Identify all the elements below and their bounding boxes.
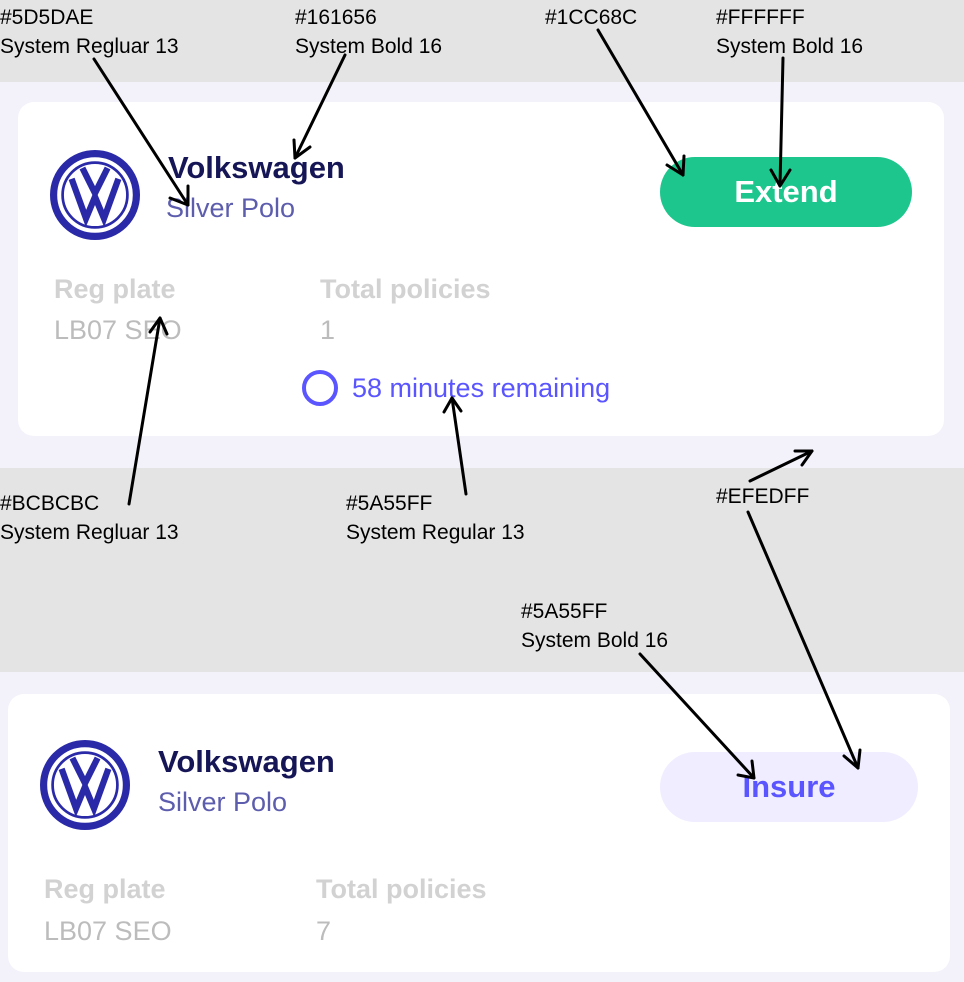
reg-plate-value: LB07 SEO [44, 916, 172, 946]
annotation-title-spec: #161656 System Bold 16 [295, 3, 442, 61]
vehicle-model: Silver Polo [166, 193, 296, 223]
annotation-color: #5A55FF [521, 600, 608, 623]
annotation-color: #BCBCBC [0, 492, 100, 515]
annotation-color: #FFFFFF [716, 6, 805, 29]
insure-button[interactable]: Insure [660, 752, 918, 822]
annotation-extend-bg-spec: #1CC68C [545, 3, 637, 32]
annotation-color: #161656 [295, 6, 377, 29]
vehicle-card[interactable]: Volkswagen Silver Polo Insure Reg plate … [8, 694, 950, 972]
annotation-font: System Bold 16 [716, 35, 864, 58]
reg-plate-label: Reg plate [44, 874, 166, 904]
vehicle-brand: Volkswagen [168, 150, 345, 185]
vehicle-model: Silver Polo [158, 787, 288, 817]
annotation-insure-bg-spec: #EFEDFF [716, 482, 809, 511]
total-policies-label: Total policies [320, 274, 491, 304]
time-remaining: 58 minutes remaining [302, 370, 610, 406]
annotation-subtitle-spec: #5D5DAE System Regluar 13 [0, 3, 179, 61]
annotation-color: #1CC68C [545, 6, 638, 29]
annotation-color: #5D5DAE [0, 6, 94, 29]
annotation-timer-spec: #5A55FF System Regular 13 [346, 489, 525, 547]
annotation-font: System Regular 13 [346, 521, 525, 544]
time-remaining-text: 58 minutes remaining [352, 372, 611, 403]
annotation-font: System Regluar 13 [0, 35, 179, 58]
annotation-font: System Bold 16 [295, 35, 443, 58]
vehicle-card[interactable]: Volkswagen Silver Polo Extend Reg plate … [18, 102, 944, 436]
total-policies-value: 7 [316, 916, 332, 946]
annotation-font: System Regluar 13 [0, 521, 179, 544]
volkswagen-logo-icon [40, 740, 130, 830]
reg-plate-label: Reg plate [54, 274, 176, 304]
extend-button[interactable]: Extend [660, 157, 912, 227]
timer-ring-icon [302, 370, 338, 406]
annotation-insure-text-spec: #5A55FF System Bold 16 [521, 597, 668, 655]
total-policies-label: Total policies [316, 874, 487, 904]
total-policies-value: 1 [320, 315, 336, 345]
annotation-color: #EFEDFF [716, 485, 810, 508]
annotation-font: System Bold 16 [521, 629, 669, 652]
vehicle-brand: Volkswagen [158, 744, 335, 779]
volkswagen-logo-icon [50, 150, 140, 240]
reg-plate-value: LB07 SEO [54, 315, 182, 345]
annotation-color: #5A55FF [346, 492, 433, 515]
annotation-muted-spec: #BCBCBC System Regluar 13 [0, 489, 179, 547]
annotation-extend-text-spec: #FFFFFF System Bold 16 [716, 3, 863, 61]
